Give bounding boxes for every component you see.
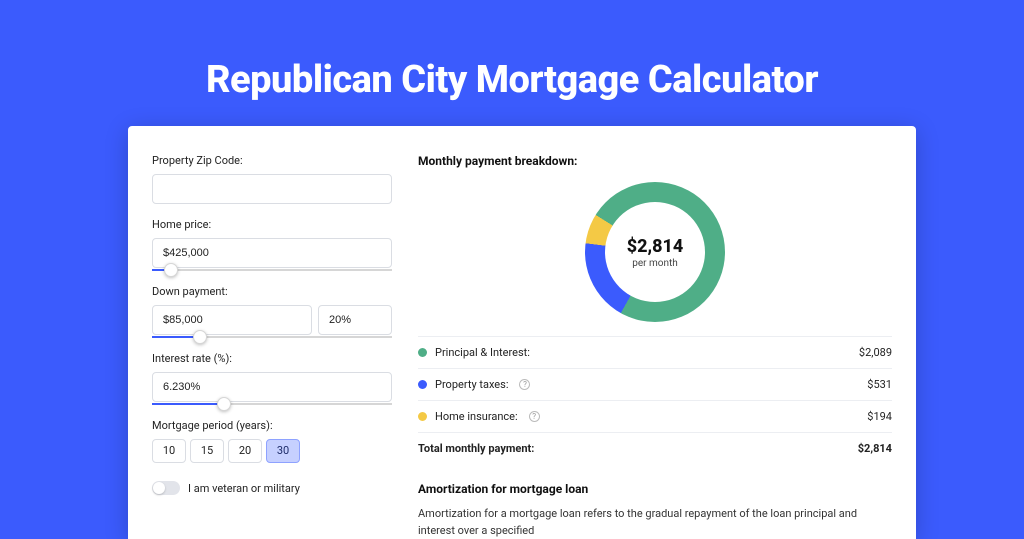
legend-value: $2,089 bbox=[859, 346, 892, 359]
help-icon[interactable]: ? bbox=[529, 411, 540, 422]
zip-input[interactable] bbox=[152, 174, 392, 204]
period-group: Mortgage period (years): 10152030 bbox=[152, 419, 392, 463]
donut-sub: per month bbox=[632, 258, 678, 269]
veteran-label: I am veteran or military bbox=[188, 482, 300, 495]
donut-chart: $2,814 per month bbox=[585, 182, 725, 322]
total-label: Total monthly payment: bbox=[418, 442, 534, 455]
green-swatch-icon bbox=[418, 348, 427, 357]
rate-input[interactable] bbox=[152, 372, 392, 402]
breakdown-title: Monthly payment breakdown: bbox=[418, 154, 892, 168]
zip-group: Property Zip Code: bbox=[152, 154, 392, 204]
total-value: $2,814 bbox=[858, 442, 892, 455]
veteran-toggle[interactable] bbox=[152, 481, 180, 495]
down-payment-percent-input[interactable] bbox=[318, 305, 392, 335]
amortization-title: Amortization for mortgage loan bbox=[418, 482, 892, 496]
zip-label: Property Zip Code: bbox=[152, 154, 392, 167]
yellow-swatch-icon bbox=[418, 412, 427, 421]
price-slider[interactable] bbox=[152, 269, 392, 271]
price-label: Home price: bbox=[152, 218, 392, 231]
legend-value: $194 bbox=[867, 410, 892, 423]
donut-chart-wrap: $2,814 per month bbox=[418, 174, 892, 336]
dp-label: Down payment: bbox=[152, 285, 392, 298]
blue-swatch-icon bbox=[418, 380, 427, 389]
donut-center: $2,814 per month bbox=[605, 202, 705, 302]
period-options: 10152030 bbox=[152, 439, 392, 463]
legend-label: Property taxes: bbox=[435, 378, 508, 391]
veteran-row: I am veteran or military bbox=[152, 481, 392, 495]
legend-row-blue: Property taxes:? $531 bbox=[418, 368, 892, 400]
down-payment-group: Down payment: bbox=[152, 285, 392, 338]
price-slider-thumb[interactable] bbox=[164, 263, 178, 277]
price-group: Home price: bbox=[152, 218, 392, 271]
period-btn-20[interactable]: 20 bbox=[228, 439, 262, 463]
legend-value: $531 bbox=[867, 378, 892, 391]
rate-slider[interactable] bbox=[152, 403, 392, 405]
legend-label: Home insurance: bbox=[435, 410, 518, 423]
amortization-text: Amortization for a mortgage loan refers … bbox=[418, 506, 892, 539]
rate-slider-thumb[interactable] bbox=[217, 397, 231, 411]
legend-row-yellow: Home insurance:? $194 bbox=[418, 400, 892, 432]
period-btn-10[interactable]: 10 bbox=[152, 439, 186, 463]
dp-slider-thumb[interactable] bbox=[193, 330, 207, 344]
results-column: Monthly payment breakdown: $2,814 per mo… bbox=[418, 154, 892, 539]
toggle-knob bbox=[153, 482, 165, 494]
calculator-card: Property Zip Code: Home price: Down paym… bbox=[128, 126, 916, 539]
donut-amount: $2,814 bbox=[627, 236, 684, 257]
rate-label: Interest rate (%): bbox=[152, 352, 392, 365]
period-btn-15[interactable]: 15 bbox=[190, 439, 224, 463]
page-title: Republican City Mortgage Calculator bbox=[0, 0, 1024, 102]
total-row: Total monthly payment: $2,814 bbox=[418, 432, 892, 464]
period-btn-30[interactable]: 30 bbox=[266, 439, 300, 463]
legend-label: Principal & Interest: bbox=[435, 346, 530, 359]
help-icon[interactable]: ? bbox=[519, 379, 530, 390]
legend: Principal & Interest: $2,089 Property taxe… bbox=[418, 336, 892, 432]
legend-row-green: Principal & Interest: $2,089 bbox=[418, 336, 892, 368]
price-input[interactable] bbox=[152, 238, 392, 268]
input-column: Property Zip Code: Home price: Down paym… bbox=[152, 154, 392, 539]
rate-group: Interest rate (%): bbox=[152, 352, 392, 405]
period-label: Mortgage period (years): bbox=[152, 419, 392, 432]
dp-slider[interactable] bbox=[152, 336, 392, 338]
down-payment-input[interactable] bbox=[152, 305, 312, 335]
